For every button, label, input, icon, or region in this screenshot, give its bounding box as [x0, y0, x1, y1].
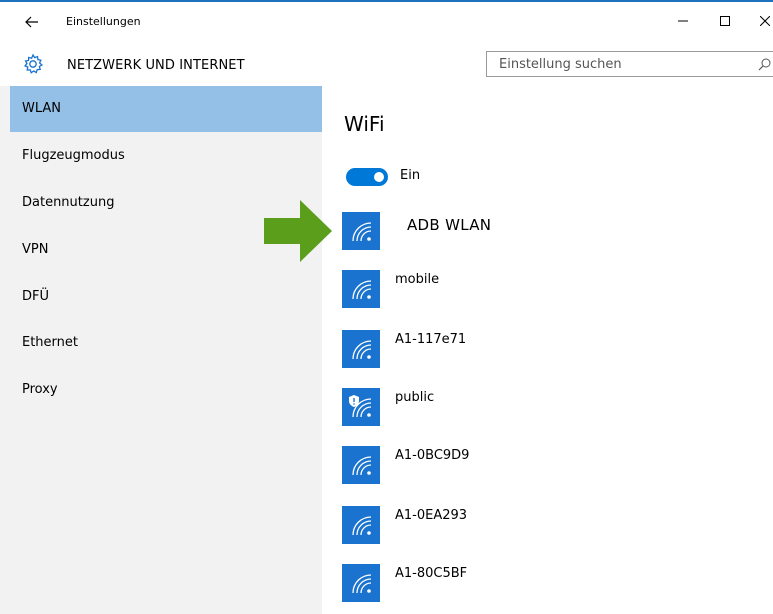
network-name: ADB WLAN [407, 216, 492, 234]
sidebar-item-ethernet[interactable]: Ethernet [10, 320, 322, 366]
wifi-toggle[interactable] [346, 168, 388, 186]
green-arrow-icon [264, 200, 332, 262]
network-name: A1-80C5BF [395, 566, 468, 581]
close-button[interactable] [747, 6, 773, 36]
gear-icon [23, 53, 43, 74]
sidebar-item-proxy[interactable]: Proxy [10, 367, 322, 413]
page-header: NETZWERK UND INTERNET Einstellung suchen [0, 42, 773, 86]
minimize-icon [678, 20, 688, 22]
network-item-a1-80c5bf[interactable]: A1-80C5BF [342, 564, 762, 610]
toggle-label: Ein [400, 168, 421, 183]
back-arrow-icon [25, 16, 38, 28]
wifi-signal-icon [352, 280, 372, 300]
close-icon [760, 16, 770, 26]
network-name: public [395, 390, 435, 405]
network-name: A1-117e71 [395, 332, 467, 347]
wifi-tile [342, 270, 380, 308]
wifi-tile [342, 506, 380, 544]
window-title: Einstellungen [66, 15, 141, 28]
shield-warning-icon [349, 395, 359, 407]
sidebar: WLAN Flugzeugmodus Datennutzung VPN DFÜ … [0, 86, 322, 614]
maximize-button[interactable] [707, 6, 743, 36]
network-name: A1-0EA293 [395, 508, 468, 523]
network-item-mobile[interactable]: mobile [342, 270, 762, 316]
sidebar-item-wlan[interactable]: WLAN [10, 86, 322, 132]
wifi-tile [342, 446, 380, 484]
search-icon[interactable] [758, 57, 772, 71]
network-item-adb-wlan[interactable]: ADB WLAN [342, 212, 762, 258]
wifi-tile [342, 212, 380, 250]
search-input[interactable]: Einstellung suchen [486, 51, 773, 77]
network-item-a1-0bc9d9[interactable]: A1-0BC9D9 [342, 446, 762, 492]
wifi-signal-icon [352, 222, 372, 242]
toggle-knob [374, 172, 384, 182]
minimize-button[interactable] [665, 6, 701, 36]
section-title: NETZWERK UND INTERNET [67, 58, 245, 73]
network-item-a1-0ea293[interactable]: A1-0EA293 [342, 506, 762, 552]
wifi-signal-icon [352, 456, 372, 476]
maximize-icon [720, 16, 730, 26]
settings-window: Einstellungen NETZWERK UND INTERNET Eins… [0, 0, 773, 614]
network-name: A1-0BC9D9 [395, 448, 470, 463]
wifi-signal-icon [352, 574, 372, 594]
network-item-public[interactable]: public [342, 388, 762, 434]
sidebar-item-dfu[interactable]: DFÜ [10, 274, 322, 320]
page-title: WiFi [344, 112, 385, 136]
wifi-tile [342, 564, 380, 602]
search-placeholder: Einstellung suchen [499, 57, 622, 72]
wifi-signal-icon [352, 516, 372, 536]
wifi-tile [342, 388, 380, 426]
wifi-signal-icon [352, 340, 372, 360]
sidebar-item-flugzeugmodus[interactable]: Flugzeugmodus [10, 133, 322, 179]
title-bar: Einstellungen [0, 2, 773, 42]
wifi-tile [342, 330, 380, 368]
back-button[interactable] [18, 8, 46, 36]
network-name: mobile [395, 272, 440, 287]
network-item-a1-117e71[interactable]: A1-117e71 [342, 330, 762, 376]
main-content: WiFi Ein ADB WLAN mobile A1-117e71 publi… [322, 86, 773, 614]
